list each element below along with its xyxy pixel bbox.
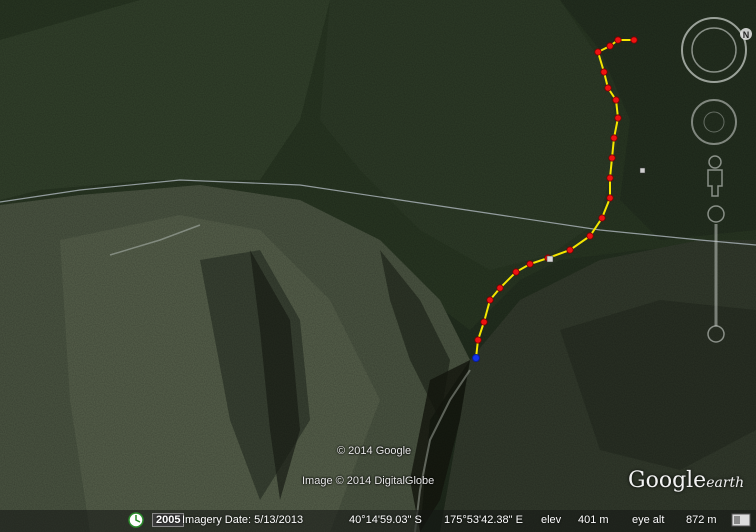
copyright-google: © 2014 Google — [337, 445, 412, 457]
copyright-imagery: Image © 2014 DigitalGlobe — [302, 475, 435, 487]
street-view-pegman-icon[interactable] — [700, 154, 730, 198]
track-waypoint[interactable] — [586, 232, 594, 240]
longitude-readout: 175°53'42.38" E — [444, 514, 523, 526]
latitude-readout: 40°14'59.03" S — [349, 514, 422, 526]
track-waypoint[interactable] — [610, 134, 618, 142]
track-waypoint[interactable] — [474, 336, 482, 344]
track-waypoint[interactable] — [486, 296, 494, 304]
eye-altitude-label: eye alt — [632, 514, 665, 526]
compass-north-label: N — [743, 30, 750, 40]
elevation-label: elev — [541, 514, 562, 526]
track-waypoint[interactable] — [496, 284, 504, 292]
track-waypoint[interactable] — [630, 36, 638, 44]
placemark-icon[interactable] — [639, 167, 646, 174]
historical-imagery-icon[interactable] — [128, 512, 144, 531]
track-waypoint[interactable] — [606, 42, 614, 50]
track-waypoint[interactable] — [614, 36, 622, 44]
zoom-in-icon — [707, 205, 725, 223]
eye-altitude-value: 872 m — [686, 514, 717, 526]
track-waypoint[interactable] — [612, 96, 620, 104]
track-waypoint[interactable] — [606, 174, 614, 182]
track-waypoint[interactable] — [594, 48, 602, 56]
compass-look-control[interactable]: N — [676, 12, 752, 88]
track-start-marker[interactable] — [472, 354, 480, 362]
placemark-icon[interactable] — [546, 255, 554, 263]
track-waypoint[interactable] — [526, 260, 534, 268]
track-waypoint[interactable] — [566, 246, 574, 254]
streaming-indicator-icon — [731, 512, 751, 531]
track-waypoint[interactable] — [608, 154, 616, 162]
track-waypoint[interactable] — [604, 84, 612, 92]
imagery-year-badge[interactable]: 2005 — [152, 513, 185, 527]
map-view[interactable]: N © 2014 Google Image © 2014 DigitalGlob… — [0, 0, 756, 532]
track-waypoint[interactable] — [600, 68, 608, 76]
zoom-slider[interactable] — [704, 204, 728, 348]
imagery-date: Imagery Date: 5/13/2013 — [182, 514, 304, 526]
track-waypoint[interactable] — [480, 318, 488, 326]
track-waypoint[interactable] — [598, 214, 606, 222]
move-control[interactable] — [688, 96, 740, 148]
track-waypoint[interactable] — [614, 114, 622, 122]
track-waypoint[interactable] — [606, 194, 614, 202]
zoom-out-icon — [707, 325, 725, 343]
status-bar: 2005 Imagery Date: 5/13/2013 40°14'59.03… — [0, 510, 756, 532]
track-waypoint[interactable] — [512, 268, 520, 276]
elevation-value: 401 m — [578, 514, 609, 526]
google-earth-logo: Googleearth — [628, 468, 745, 493]
